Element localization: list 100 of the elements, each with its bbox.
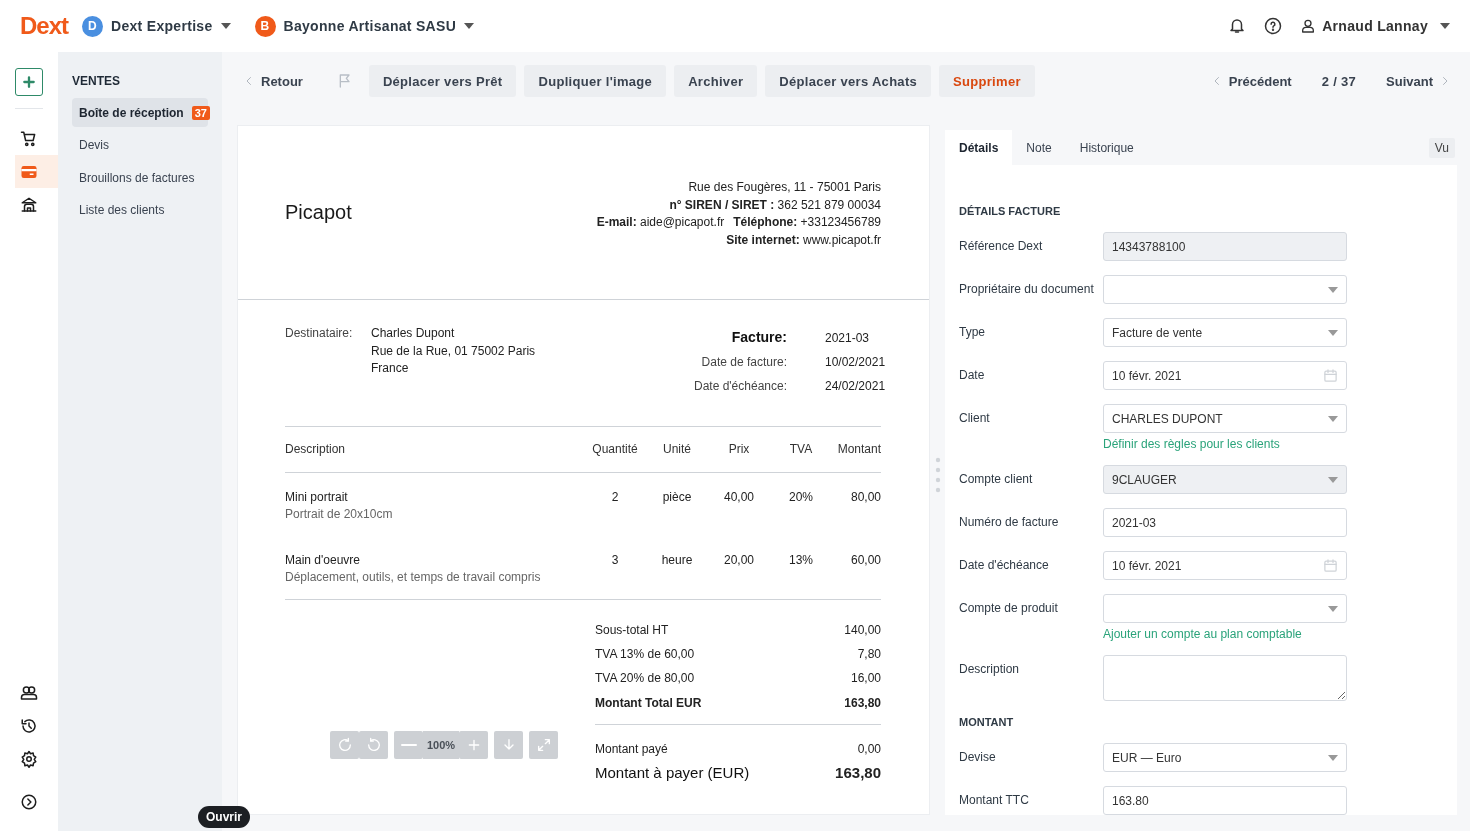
- section-heading: MONTANT: [959, 715, 1015, 729]
- column-header: Unité: [662, 442, 692, 456]
- caret-icon: [220, 23, 231, 29]
- select-field[interactable]: [1103, 594, 1347, 623]
- sidebar-item[interactable]: Liste des clients: [72, 195, 208, 225]
- vendor-detail: Rue des Fougères, 11 - 75001 Paris: [688, 179, 881, 196]
- select-field[interactable]: [1103, 275, 1347, 304]
- settings-icon: [20, 749, 38, 768]
- fullscreen-icon: [535, 737, 552, 753]
- field-label: Date: [959, 367, 986, 384]
- workspace-name: Dext Expertise: [111, 18, 213, 34]
- field-label: Référence Dext: [959, 238, 1044, 255]
- count-badge: 37: [191, 105, 210, 120]
- total-label: Montant à payer (EUR): [595, 764, 750, 782]
- caret-icon: [1328, 605, 1338, 612]
- back-link[interactable]: Retour: [237, 65, 309, 97]
- field-label: Client: [959, 410, 991, 427]
- section-heading: DÉTAILS FACTURE: [959, 204, 1062, 218]
- sidebar-item[interactable]: Boîte de réception 37: [72, 98, 208, 127]
- field-label: Date d'échéance: [959, 557, 1050, 574]
- select-field[interactable]: EUR — Euro: [1103, 743, 1347, 772]
- page-counter: 2 / 37: [1321, 73, 1357, 89]
- download-button[interactable]: [494, 731, 524, 759]
- vendor-detail: E-mail: aide@picapot.fr: [596, 214, 725, 231]
- cart-icon: [20, 129, 38, 148]
- caret-icon: [1328, 476, 1338, 483]
- invoice-meta-label: Facture:: [730, 329, 787, 347]
- item-description: Mini portrait: [285, 488, 349, 506]
- description-field[interactable]: [1103, 655, 1347, 701]
- field-label: Description: [959, 661, 1021, 678]
- sidebar-item[interactable]: Brouillons de factures: [72, 163, 208, 192]
- recipient-label: Destinataire:: [285, 325, 354, 342]
- select-field[interactable]: Facture de vente: [1103, 318, 1347, 347]
- seen-button[interactable]: Vu: [1428, 138, 1455, 158]
- action-button[interactable]: Dupliquer l'image: [524, 65, 667, 97]
- rotate-right-button[interactable]: [330, 731, 359, 759]
- caret-icon: [1440, 23, 1450, 29]
- tab[interactable]: Détails: [945, 130, 1013, 165]
- table-cell-text: 40,00: [723, 488, 755, 506]
- tab[interactable]: Historique: [1065, 130, 1148, 165]
- table-cell-text: 60,00: [849, 551, 881, 569]
- vendor-detail: n° SIREN / SIRET : 362 521 879 00034: [669, 196, 881, 214]
- recipient-detail: France: [371, 360, 410, 377]
- total-value: 0,00: [857, 741, 881, 756]
- text-field[interactable]: 2021-03: [1103, 508, 1347, 537]
- previous-link[interactable]: Précédent: [1204, 65, 1298, 97]
- select-field[interactable]: CHARLES DUPONT: [1103, 404, 1347, 433]
- workspace-switcher[interactable]: B Bayonne Artisanat SASU: [254, 15, 475, 37]
- action-button[interactable]: Déplacer vers Prêt: [368, 65, 517, 97]
- table-cell-text: 20,00: [723, 551, 755, 569]
- zoom-level: 100%: [423, 731, 460, 759]
- zoom-out-icon: [400, 743, 417, 747]
- column-header: Montant: [836, 442, 881, 456]
- workspace-switcher[interactable]: D Dext Expertise: [82, 15, 231, 37]
- user-menu[interactable]: Arnaud Lannay: [1300, 18, 1450, 34]
- action-button[interactable]: Déplacer vers Achats: [765, 65, 932, 97]
- rotate-left-icon: [365, 737, 382, 753]
- bell-icon[interactable]: [1228, 17, 1247, 35]
- caret-icon: [1328, 754, 1338, 761]
- sidebar-item[interactable]: Devis: [72, 130, 208, 160]
- next-link[interactable]: Suivant: [1380, 65, 1457, 97]
- table-cell-text: 13%: [788, 551, 814, 569]
- invoice-meta-label: Date d'échéance:: [693, 378, 787, 395]
- plus-icon: [21, 74, 37, 90]
- item-detail: Portrait de 20x10cm: [285, 505, 394, 523]
- contacts-icon: [20, 683, 38, 702]
- field-label: Compte de produit: [959, 600, 1059, 617]
- delete-button[interactable]: Supprimer: [939, 65, 1035, 97]
- help-icon[interactable]: [1264, 17, 1283, 35]
- tab[interactable]: Note: [1012, 130, 1066, 165]
- total-value: 16,00: [850, 671, 881, 686]
- date-field[interactable]: 10 févr. 2021: [1103, 551, 1347, 580]
- calendar-icon: [1323, 368, 1338, 383]
- total-value: 7,80: [857, 646, 881, 661]
- add-button[interactable]: [15, 68, 43, 96]
- recipient-detail: Rue de la Rue, 01 75002 Paris: [371, 342, 536, 360]
- caret-icon: [464, 23, 475, 29]
- total-value: 163,80: [835, 764, 881, 782]
- zoom-in-button[interactable]: [459, 731, 489, 759]
- rotate-right-icon: [336, 737, 353, 753]
- drag-handle-icon[interactable]: [934, 457, 941, 493]
- table-cell-text: 2: [610, 488, 620, 506]
- caret-icon: [1328, 415, 1338, 422]
- action-button[interactable]: Archiver: [674, 65, 758, 97]
- zoom-out-button[interactable]: [394, 731, 423, 759]
- caret-icon: [1328, 286, 1338, 293]
- item-description: Main d'oeuvre: [285, 551, 361, 569]
- total-label: TVA 13% de 60,00: [595, 646, 695, 661]
- caret-icon: [1328, 329, 1338, 336]
- bank-icon: [20, 195, 38, 214]
- fullscreen-button[interactable]: [529, 731, 559, 759]
- column-header: Description: [285, 442, 347, 456]
- table-cell-text: 80,00: [849, 488, 881, 506]
- total-label: TVA 20% de 80,00: [595, 671, 695, 686]
- rotate-left-button[interactable]: [359, 731, 388, 759]
- user-icon: [1300, 18, 1317, 34]
- date-field[interactable]: 10 févr. 2021: [1103, 361, 1347, 390]
- field-label: Devise: [959, 749, 997, 766]
- text-field[interactable]: 163.80: [1103, 786, 1347, 815]
- table-cell-text: 20%: [788, 488, 814, 506]
